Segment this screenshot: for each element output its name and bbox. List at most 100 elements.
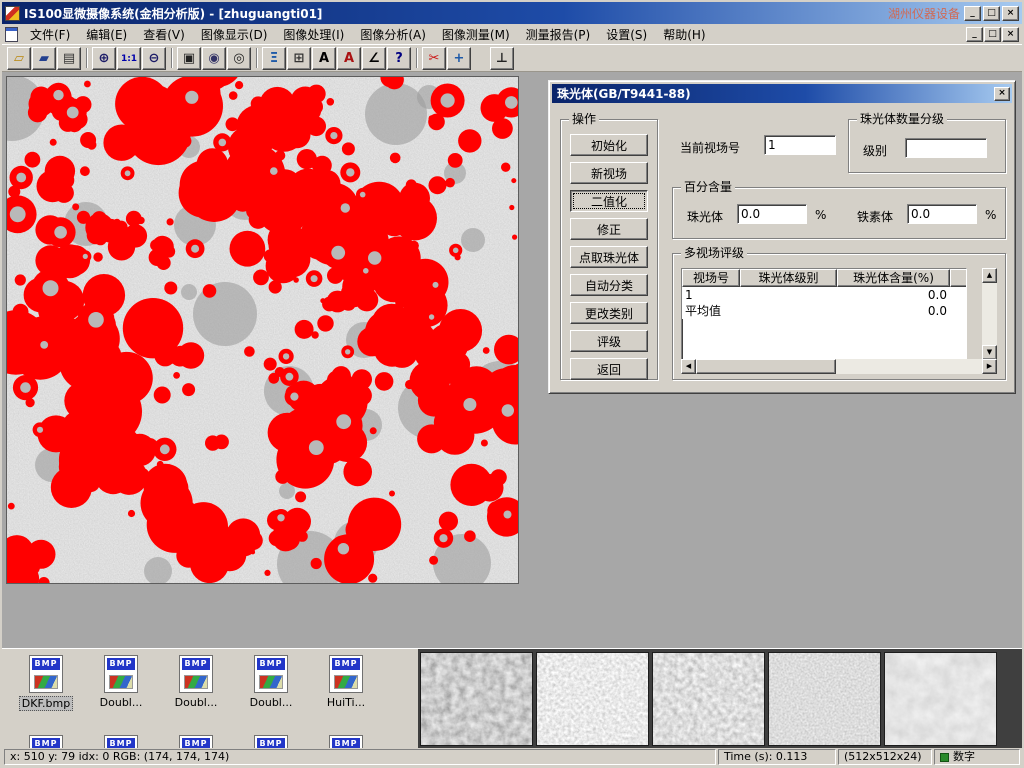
ferrite-input[interactable] xyxy=(907,204,977,224)
mdi-restore-button[interactable]: □ xyxy=(984,27,1001,42)
menu-item-5[interactable]: 图像分析(A) xyxy=(352,24,434,45)
scroll-right-icon[interactable]: ▶ xyxy=(982,359,997,374)
file-label[interactable]: Doubl... xyxy=(164,696,228,709)
op-button-8[interactable]: 返回 xyxy=(570,358,648,380)
thumbnail-5[interactable] xyxy=(884,652,997,746)
mdi-close-button[interactable]: × xyxy=(1002,27,1019,42)
dialog-title-bar[interactable]: 珠光体(GB/T9441-88) × xyxy=(552,84,1012,103)
print-button[interactable]: ▤ xyxy=(57,47,81,70)
vertical-caliper-button[interactable]: ⊥ xyxy=(490,47,514,70)
title-bar: IS100显微摄像系统(金相分析版) - [zhuguangti01] _ □ … xyxy=(2,2,1022,24)
menu-item-0[interactable]: 文件(F) xyxy=(22,24,78,45)
op-button-7[interactable]: 评级 xyxy=(570,330,648,352)
bmp-badge: BMP xyxy=(332,738,360,748)
help-button[interactable]: ? xyxy=(387,47,411,70)
scroll-up-icon[interactable]: ▲ xyxy=(982,268,997,283)
close-button[interactable]: × xyxy=(1002,6,1019,21)
snapshot-button[interactable]: ◉ xyxy=(202,47,226,70)
video-camera-button[interactable]: ▣ xyxy=(177,47,201,70)
cell-content: 0.0 xyxy=(837,287,950,303)
table-row[interactable]: 平均值 0.0 xyxy=(682,303,966,319)
menu-item-4[interactable]: 图像处理(I) xyxy=(275,24,352,45)
op-button-4[interactable]: 点取珠光体 xyxy=(570,246,648,268)
metallographic-image-canvas[interactable] xyxy=(7,77,518,583)
table-horizontal-scrollbar[interactable]: ◀ ▶ xyxy=(681,359,997,374)
file-item[interactable]: BMPDoubl... xyxy=(239,655,303,709)
bmp-file-icon: BMP xyxy=(329,735,363,748)
text-annotate-button[interactable]: A xyxy=(312,47,336,70)
file-item-partial[interactable]: BMP xyxy=(239,735,303,748)
dialog-close-button[interactable]: × xyxy=(994,87,1010,101)
file-item-partial[interactable]: BMP xyxy=(14,735,78,748)
maximize-button[interactable]: □ xyxy=(983,6,1000,21)
image-size-readout: (512x512x24) xyxy=(838,749,932,765)
vscroll-track[interactable] xyxy=(982,283,997,345)
op-button-2[interactable]: 二值化 xyxy=(570,190,648,212)
file-item[interactable]: BMP Doubl... xyxy=(164,655,228,709)
file-item-partial[interactable]: BMP xyxy=(164,735,228,748)
menu-item-2[interactable]: 查看(V) xyxy=(135,24,193,45)
scroll-down-icon[interactable]: ▼ xyxy=(982,345,997,360)
current-field-label: 当前视场号 xyxy=(680,139,740,156)
picker-button[interactable]: + xyxy=(447,47,471,70)
op-button-6[interactable]: 更改类别 xyxy=(570,302,648,324)
target-button[interactable]: ◎ xyxy=(227,47,251,70)
ferrite-unit: % xyxy=(985,208,996,222)
cell-ferrite xyxy=(950,303,967,319)
video-camera-icon: ▣ xyxy=(183,51,195,66)
font-icon: A xyxy=(344,51,354,66)
level-input[interactable] xyxy=(905,138,987,158)
file-label[interactable]: HuiTi... xyxy=(314,696,378,709)
menu-item-6[interactable]: 图像测量(M) xyxy=(434,24,518,45)
menu-item-8[interactable]: 设置(S) xyxy=(598,24,655,45)
scroll-left-icon[interactable]: ◀ xyxy=(681,359,696,374)
thumbnail-2[interactable] xyxy=(536,652,649,746)
grid-measure-button[interactable]: ⊞ xyxy=(287,47,311,70)
file-list: BMPDKF.bmpBMPBMPDoubl...BMPBMPDoubl...BM… xyxy=(2,649,418,748)
bmp-badge: BMP xyxy=(182,658,210,670)
caliper-button[interactable]: Ξ xyxy=(262,47,286,70)
minimize-button[interactable]: _ xyxy=(964,6,981,21)
file-item-partial[interactable]: BMP xyxy=(314,735,378,748)
thumbnail-4[interactable] xyxy=(768,652,881,746)
thumbnail-3[interactable] xyxy=(652,652,765,746)
document-icon[interactable] xyxy=(5,27,18,42)
font-button[interactable]: A xyxy=(337,47,361,70)
column-header-field[interactable]: 视场号 xyxy=(682,269,740,287)
save-button[interactable]: ▰ xyxy=(32,47,56,70)
bmp-file-icon: BMP xyxy=(29,735,63,748)
op-button-1[interactable]: 新视场 xyxy=(570,162,648,184)
op-button-5[interactable]: 自动分类 xyxy=(570,274,648,296)
table-vertical-scrollbar[interactable]: ▲ ▼ xyxy=(982,268,997,360)
mdi-minimize-button[interactable]: _ xyxy=(966,27,983,42)
file-item[interactable]: BMPDKF.bmp xyxy=(14,655,78,711)
toolbar-separator xyxy=(256,48,258,68)
menu-item-1[interactable]: 编辑(E) xyxy=(78,24,135,45)
column-header-ferrite[interactable]: 铁素体 xyxy=(950,269,967,287)
op-button-0[interactable]: 初始化 xyxy=(570,134,648,156)
pearlite-input[interactable] xyxy=(737,204,807,224)
hscroll-thumb[interactable] xyxy=(696,359,836,374)
file-label[interactable]: DKF.bmp xyxy=(19,696,73,711)
zoom-out-button[interactable]: ⊖ xyxy=(142,47,166,70)
file-item[interactable]: BMPHuiTi... xyxy=(314,655,378,709)
thumbnail-1[interactable] xyxy=(420,652,533,746)
current-field-input[interactable] xyxy=(764,135,836,155)
menu-item-7[interactable]: 测量报告(P) xyxy=(518,24,599,45)
actual-size-button[interactable]: 1:1 xyxy=(117,47,141,70)
zoom-in-button[interactable]: ⊕ xyxy=(92,47,116,70)
column-header-level[interactable]: 珠光体级别 xyxy=(740,269,837,287)
file-label[interactable]: Doubl... xyxy=(89,696,153,709)
menu-item-3[interactable]: 图像显示(D) xyxy=(193,24,276,45)
file-item-partial[interactable]: BMP xyxy=(89,735,153,748)
menu-item-9[interactable]: 帮助(H) xyxy=(655,24,713,45)
table-row[interactable]: 1 0.0 xyxy=(682,287,966,303)
file-item[interactable]: BMPDoubl... xyxy=(89,655,153,709)
file-label[interactable]: Doubl... xyxy=(239,696,303,709)
scissors-button[interactable]: ✂ xyxy=(422,47,446,70)
op-button-3[interactable]: 修正 xyxy=(570,218,648,240)
hscroll-track[interactable] xyxy=(696,359,982,374)
column-header-content[interactable]: 珠光体含量(%) xyxy=(837,269,950,287)
open-button[interactable]: ▱ xyxy=(7,47,31,70)
angle-measure-button[interactable]: ∠ xyxy=(362,47,386,70)
